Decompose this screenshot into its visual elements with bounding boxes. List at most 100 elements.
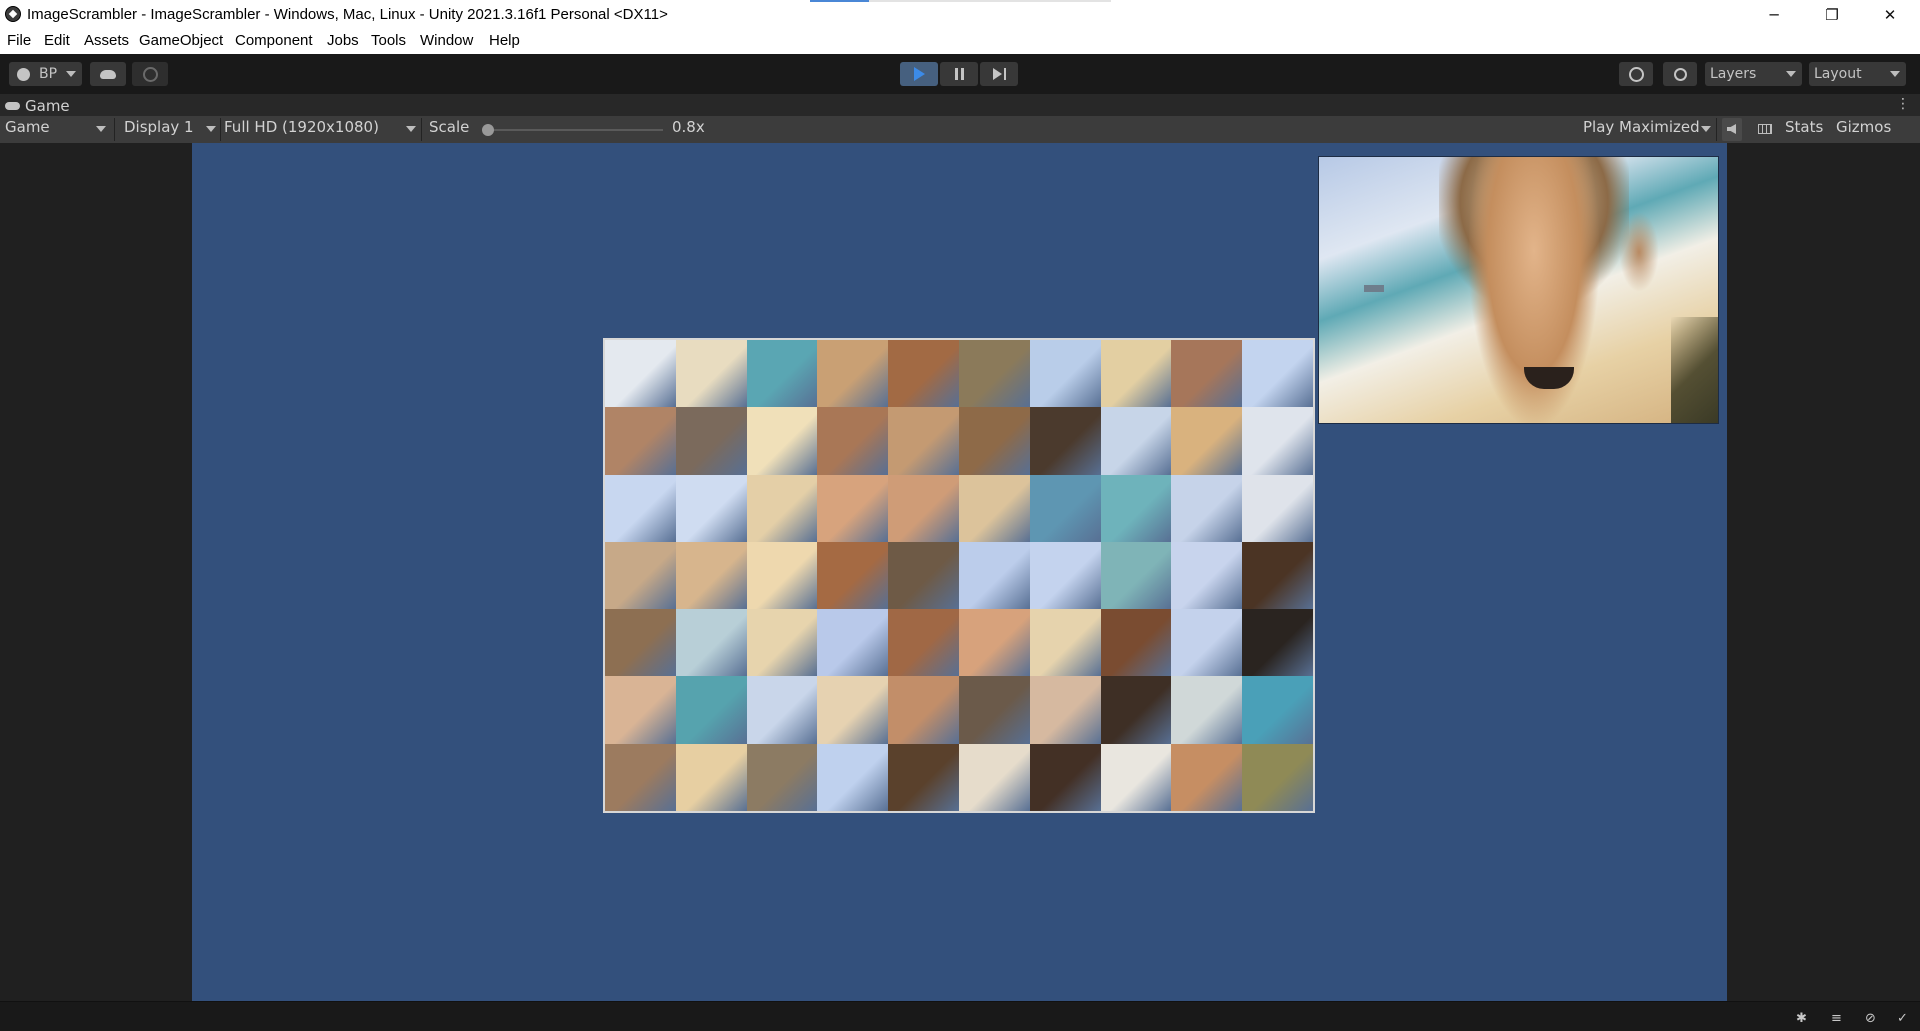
menu-edit[interactable]: Edit: [44, 32, 70, 49]
puzzle-tile[interactable]: [888, 474, 959, 542]
puzzle-tile[interactable]: [1242, 541, 1313, 610]
puzzle-tile[interactable]: [888, 541, 959, 610]
puzzle-tile[interactable]: [675, 676, 747, 744]
puzzle-tile[interactable]: [1242, 340, 1313, 408]
puzzle-tile[interactable]: [959, 340, 1030, 408]
puzzle-tile[interactable]: [746, 676, 818, 744]
pause-button[interactable]: [940, 62, 978, 86]
puzzle-tile[interactable]: [1100, 541, 1172, 610]
account-dropdown[interactable]: BP: [9, 62, 82, 86]
puzzle-tile[interactable]: [959, 609, 1030, 677]
puzzle-tile[interactable]: [1171, 676, 1243, 744]
puzzle-tile[interactable]: [1029, 743, 1101, 811]
puzzle-tile[interactable]: [1029, 407, 1101, 475]
puzzle-tile[interactable]: [746, 743, 818, 811]
puzzle-tile[interactable]: [605, 541, 676, 610]
puzzle-tile[interactable]: [1171, 609, 1243, 677]
puzzle-tile[interactable]: [1029, 474, 1101, 542]
puzzle-tile[interactable]: [605, 676, 676, 744]
maximize-button[interactable]: ❐: [1803, 0, 1861, 29]
puzzle-tile[interactable]: [888, 407, 959, 475]
puzzle-tile[interactable]: [675, 609, 747, 677]
puzzle-tile[interactable]: [675, 407, 747, 475]
tab-game[interactable]: Game: [5, 96, 70, 116]
play-button[interactable]: [900, 62, 938, 86]
layers-dropdown[interactable]: Layers: [1705, 62, 1802, 86]
puzzle-tile[interactable]: [817, 541, 889, 610]
play-mode-dropdown[interactable]: Play Maximized: [1583, 118, 1711, 141]
puzzle-tile[interactable]: [888, 609, 959, 677]
view-dropdown[interactable]: Game: [5, 118, 109, 141]
puzzle-tile[interactable]: [675, 541, 747, 610]
puzzle-tile[interactable]: [1242, 407, 1313, 475]
layout-dropdown[interactable]: Layout: [1809, 62, 1906, 86]
menu-tools[interactable]: Tools: [371, 32, 406, 49]
gizmos-button[interactable]: Gizmos: [1836, 118, 1891, 141]
puzzle-tile[interactable]: [1029, 609, 1101, 677]
puzzle-tile[interactable]: [605, 474, 676, 542]
menu-window[interactable]: Window: [420, 32, 473, 49]
puzzle-tile[interactable]: [817, 474, 889, 542]
history-button[interactable]: [1619, 62, 1653, 86]
puzzle-tile[interactable]: [605, 340, 676, 408]
puzzle-tile[interactable]: [1242, 609, 1313, 677]
puzzle-tile[interactable]: [746, 609, 818, 677]
puzzle-tile[interactable]: [746, 340, 818, 408]
stats-button[interactable]: Stats: [1785, 118, 1823, 141]
puzzle-tile[interactable]: [817, 407, 889, 475]
puzzle-tile[interactable]: [605, 407, 676, 475]
puzzle-tile[interactable]: [817, 609, 889, 677]
puzzle-tile[interactable]: [959, 407, 1030, 475]
menu-component[interactable]: Component: [235, 32, 313, 49]
resolution-dropdown[interactable]: Full HD (1920x1080): [224, 118, 416, 141]
puzzle-tile[interactable]: [959, 541, 1030, 610]
puzzle-tile[interactable]: [817, 676, 889, 744]
puzzle-tile[interactable]: [888, 743, 959, 811]
bug-icon[interactable]: ✱: [1794, 1011, 1809, 1026]
puzzle-tile[interactable]: [888, 340, 959, 408]
puzzle-tile[interactable]: [888, 676, 959, 744]
puzzle-tile[interactable]: [1100, 474, 1172, 542]
puzzle-tile[interactable]: [675, 743, 747, 811]
puzzle-tile[interactable]: [1029, 676, 1101, 744]
minimize-button[interactable]: ─: [1745, 0, 1803, 29]
layers-icon[interactable]: ≡: [1829, 1011, 1844, 1026]
puzzle-tile[interactable]: [959, 474, 1030, 542]
puzzle-tile[interactable]: [1100, 609, 1172, 677]
puzzle-tile[interactable]: [959, 676, 1030, 744]
puzzle-tile[interactable]: [1100, 743, 1172, 811]
puzzle-tile[interactable]: [1100, 407, 1172, 475]
puzzle-tile[interactable]: [605, 609, 676, 677]
scale-slider-track[interactable]: [482, 124, 663, 136]
menu-file[interactable]: File: [7, 32, 31, 49]
puzzle-tile[interactable]: [959, 743, 1030, 811]
puzzle-tile[interactable]: [1171, 407, 1243, 475]
puzzle-tile[interactable]: [1029, 340, 1101, 408]
puzzle-tile[interactable]: [1242, 743, 1313, 811]
puzzle-tile[interactable]: [746, 407, 818, 475]
scale-slider-thumb[interactable]: [482, 124, 494, 136]
debug-icon[interactable]: ⊘: [1863, 1011, 1878, 1026]
puzzle-tile[interactable]: [1100, 676, 1172, 744]
puzzle-tile[interactable]: [746, 474, 818, 542]
search-button[interactable]: [1663, 62, 1697, 86]
scrambled-puzzle-grid[interactable]: [603, 338, 1315, 813]
puzzle-tile[interactable]: [817, 743, 889, 811]
puzzle-tile[interactable]: [675, 340, 747, 408]
panel-menu-icon[interactable]: ⋮: [1896, 97, 1910, 111]
puzzle-tile[interactable]: [1242, 676, 1313, 744]
puzzle-tile[interactable]: [1171, 743, 1243, 811]
menu-help[interactable]: Help: [489, 32, 520, 49]
mute-audio-button[interactable]: [1722, 118, 1742, 141]
puzzle-tile[interactable]: [1242, 474, 1313, 542]
check-icon[interactable]: ✓: [1895, 1011, 1910, 1026]
menu-gameobject[interactable]: GameObject: [139, 32, 223, 49]
puzzle-tile[interactable]: [1171, 474, 1243, 542]
puzzle-tile[interactable]: [1100, 340, 1172, 408]
cloud-button[interactable]: [90, 62, 126, 86]
close-button[interactable]: ✕: [1861, 0, 1919, 29]
step-button[interactable]: [980, 62, 1018, 86]
puzzle-tile[interactable]: [817, 340, 889, 408]
puzzle-tile[interactable]: [675, 474, 747, 542]
menu-jobs[interactable]: Jobs: [327, 32, 359, 49]
